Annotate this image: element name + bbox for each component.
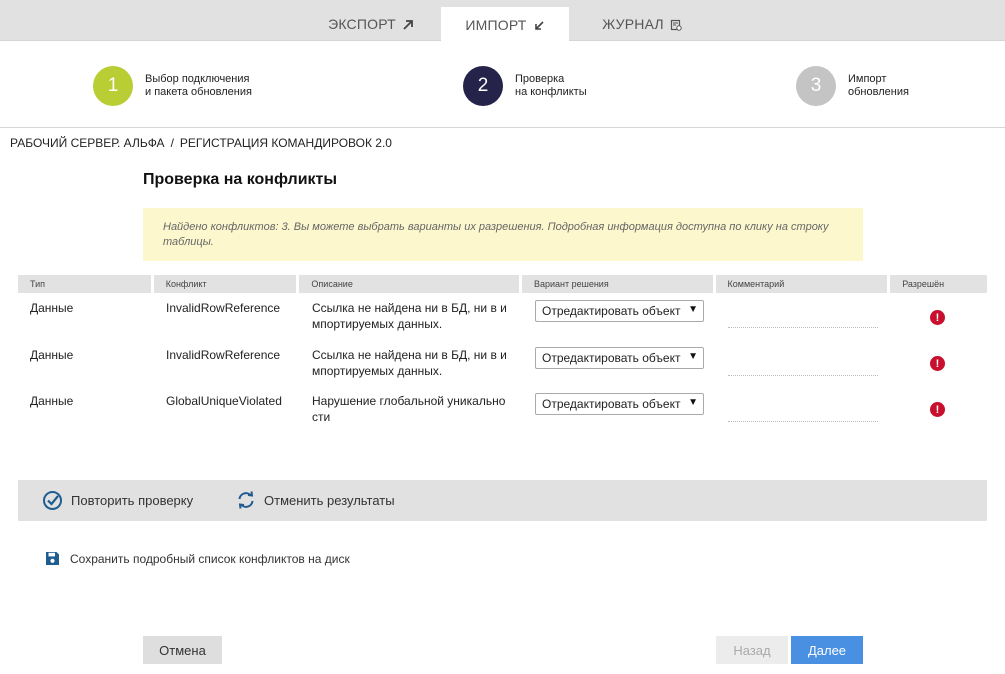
table-row[interactable]: Данные InvalidRowReference Ссылка не най… bbox=[18, 300, 987, 346]
recheck-button[interactable]: Повторить проверку bbox=[42, 490, 193, 511]
breadcrumb-package: РЕГИСТРАЦИЯ КОМАНДИРОВОК 2.0 bbox=[179, 136, 392, 150]
cell-description-line1: Ссылка не найдена ни в БД, ни в и bbox=[312, 301, 507, 315]
save-conflicts-link[interactable]: Сохранить подробный список конфликтов на… bbox=[45, 551, 350, 566]
cancel-button[interactable]: Отмена bbox=[143, 636, 222, 664]
column-header-description: Описание bbox=[299, 275, 519, 293]
save-conflicts-label: Сохранить подробный список конфликтов на… bbox=[70, 551, 350, 566]
error-icon: ! bbox=[930, 402, 945, 417]
recheck-icon bbox=[43, 491, 62, 510]
tab-import[interactable]: ИМПОРТ bbox=[441, 7, 569, 42]
table-row[interactable]: Данные GlobalUniqueViolated Нарушение гл… bbox=[18, 393, 987, 439]
step-2-circle: 2 bbox=[463, 66, 503, 106]
back-button[interactable]: Назад bbox=[716, 636, 788, 664]
tab-export-label: ЭКСПОРТ bbox=[328, 16, 396, 32]
breadcrumb: РАБОЧИЙ СЕРВЕР. АЛЬФА / РЕГИСТРАЦИЯ КОМАНД… bbox=[10, 136, 392, 150]
cell-description-line2: мпортируемых данных. bbox=[312, 317, 443, 331]
cell-description: Нарушение глобальной уникально сти bbox=[312, 393, 505, 425]
step-3-number: 3 bbox=[810, 75, 822, 96]
cell-type: Данные bbox=[30, 348, 74, 362]
error-icon: ! bbox=[930, 356, 945, 371]
step-2-label: Проверка на конфликты bbox=[515, 73, 645, 99]
arrow-up-right-icon bbox=[402, 18, 414, 30]
next-button[interactable]: Далее bbox=[791, 636, 863, 664]
step-3-line1: Импорт bbox=[848, 73, 887, 85]
resolution-select-value: Отредактировать объект bbox=[542, 351, 681, 365]
conflicts-notice: Найдено конфликтов: 3. Вы можете выбрать… bbox=[143, 208, 863, 261]
resolution-select[interactable]: Отредактировать объект ▼ bbox=[535, 347, 704, 369]
cell-type: Данные bbox=[30, 301, 74, 315]
step-1-label: Выбор подключения и пакета обновления bbox=[145, 73, 275, 99]
column-header-resolved: Разрешён bbox=[890, 275, 987, 293]
step-2-number: 2 bbox=[477, 75, 489, 96]
resolution-select-value: Отредактировать объект bbox=[542, 304, 681, 318]
column-header-comment: Комментарий bbox=[715, 275, 888, 293]
step-1-line1: Выбор подключения bbox=[145, 73, 250, 85]
cancel-results-label: Отменить результаты bbox=[264, 492, 395, 508]
cell-conflict: InvalidRowReference bbox=[166, 348, 281, 362]
step-1-line2: и пакета обновления bbox=[145, 86, 252, 98]
dropdown-arrow-icon: ▼ bbox=[688, 304, 698, 315]
resolution-select-value: Отредактировать объект bbox=[542, 397, 681, 411]
action-bar: Повторить проверку Отменить результаты bbox=[18, 480, 987, 521]
step-2: 2 Проверка на конфликты bbox=[463, 66, 645, 106]
dropdown-arrow-icon: ▼ bbox=[688, 397, 698, 408]
step-1-number: 1 bbox=[107, 75, 119, 96]
error-icon: ! bbox=[930, 310, 945, 325]
floppy-disk-icon bbox=[46, 552, 59, 565]
recheck-label: Повторить проверку bbox=[71, 493, 194, 508]
cell-conflict: InvalidRowReference bbox=[166, 301, 281, 315]
tab-log-label: ЖУРНАЛ bbox=[602, 16, 664, 32]
comment-input[interactable] bbox=[728, 358, 878, 376]
refresh-icon bbox=[238, 491, 254, 509]
cell-conflict: GlobalUniqueViolated bbox=[166, 394, 282, 408]
column-header-conflict: Конфликт bbox=[153, 275, 297, 293]
wizard-stepper: 1 Выбор подключения и пакета обновления … bbox=[0, 41, 1005, 128]
arrow-down-left-icon bbox=[533, 19, 545, 31]
comment-input[interactable] bbox=[728, 310, 878, 328]
step-3-circle: 3 bbox=[796, 66, 836, 106]
step-3-line2: обновления bbox=[848, 86, 909, 98]
tab-import-label: ИМПОРТ bbox=[465, 16, 527, 33]
resolution-select[interactable]: Отредактировать объект ▼ bbox=[535, 300, 704, 322]
breadcrumb-separator: / bbox=[170, 136, 174, 150]
cell-description-line1: Нарушение глобальной уникально bbox=[312, 394, 506, 408]
cell-description: Ссылка не найдена ни в БД, ни в и мпорти… bbox=[312, 300, 507, 332]
step-2-line2: на конфликты bbox=[515, 86, 587, 98]
log-icon bbox=[670, 18, 682, 31]
top-tab-bar: ЭКСПОРТ ИМПОРТ ЖУРНАЛ bbox=[0, 0, 1005, 42]
step-1: 1 Выбор подключения и пакета обновления bbox=[93, 66, 275, 106]
step-3-label: Импорт обновления bbox=[848, 73, 978, 99]
resolution-select[interactable]: Отредактировать объект ▼ bbox=[535, 393, 704, 415]
cell-description-line2: мпортируемых данных. bbox=[312, 364, 443, 378]
cell-description: Ссылка не найдена ни в БД, ни в и мпорти… bbox=[312, 347, 507, 379]
cell-description-line2: сти bbox=[312, 410, 331, 424]
cell-type: Данные bbox=[30, 394, 74, 408]
column-header-resolution: Вариант решения bbox=[521, 275, 713, 293]
breadcrumb-server[interactable]: РАБОЧИЙ СЕРВЕР. АЛЬФА bbox=[10, 136, 165, 150]
cell-description-line1: Ссылка не найдена ни в БД, ни в и bbox=[312, 348, 507, 362]
step-1-circle: 1 bbox=[93, 66, 133, 106]
page-title: Проверка на конфликты bbox=[143, 171, 338, 188]
table-row[interactable]: Данные InvalidRowReference Ссылка не най… bbox=[18, 347, 987, 393]
column-header-type: Тип bbox=[18, 275, 151, 293]
tab-log[interactable]: ЖУРНАЛ bbox=[588, 7, 696, 41]
comment-input[interactable] bbox=[728, 404, 878, 422]
step-3: 3 Импорт обновления bbox=[796, 66, 978, 106]
cancel-results-button[interactable]: Отменить результаты bbox=[236, 490, 395, 510]
tab-export[interactable]: ЭКСПОРТ bbox=[312, 7, 430, 41]
dropdown-arrow-icon: ▼ bbox=[688, 351, 698, 362]
step-2-line1: Проверка bbox=[515, 73, 565, 85]
table-header: Тип Конфликт Описание Вариант решения Ко… bbox=[18, 275, 987, 293]
